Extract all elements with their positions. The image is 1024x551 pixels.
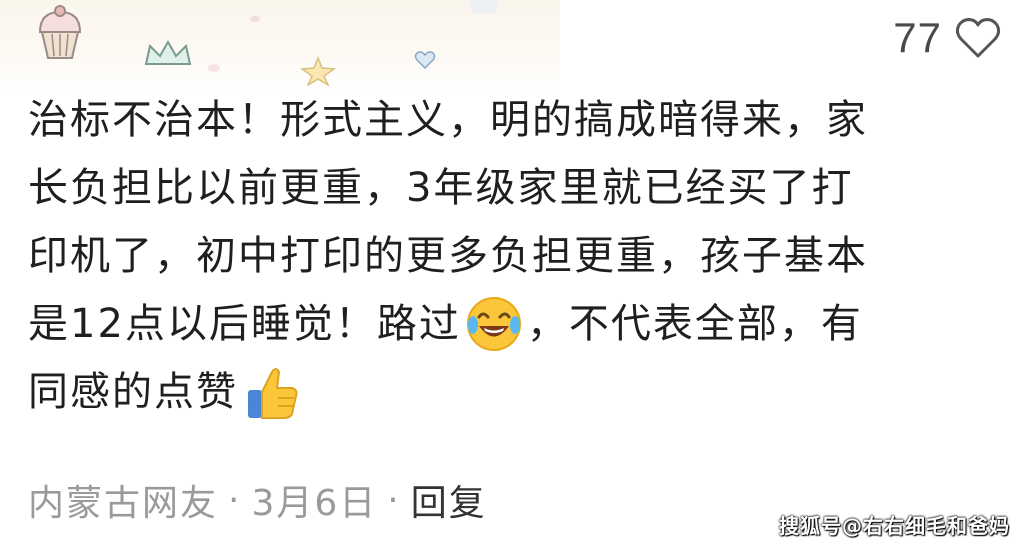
comment-date: 3月6日 xyxy=(251,483,378,524)
comment-card: 77 治标不治本！形式主义，明的搞成暗得来，家 长负担比以前更重，3年级家里就已… xyxy=(0,0,1024,551)
thumbs-up-emoji xyxy=(248,368,298,419)
comment-line-with-emoji: 同感的点赞 xyxy=(28,358,958,426)
separator-dot: · xyxy=(387,479,401,521)
heart-outline-icon[interactable] xyxy=(954,16,1002,60)
user-location: 内蒙古网友 xyxy=(28,483,219,524)
separator-dot: · xyxy=(228,479,242,521)
small-heart-icon xyxy=(414,51,436,70)
comment-segment: 是12点以后睡觉！路过 xyxy=(28,301,461,347)
star-icon xyxy=(300,56,336,86)
comment-segment: 同感的点赞 xyxy=(28,369,238,415)
reply-button[interactable]: 回复 xyxy=(411,474,487,526)
like-control[interactable]: 77 xyxy=(893,14,1002,62)
laughing-crying-emoji xyxy=(466,297,521,351)
decorative-dot xyxy=(250,16,260,22)
decorative-banner xyxy=(0,0,560,92)
like-count: 77 xyxy=(893,14,942,61)
decorative-dot xyxy=(208,64,220,72)
comment-segment: ，不代表全部，有 xyxy=(526,301,863,347)
comment-line: 治标不治本！形式主义，明的搞成暗得来，家 xyxy=(28,97,868,143)
crown-icon xyxy=(144,40,192,65)
watermark: 搜狐号@右右细毛和爸妈 xyxy=(779,514,1010,538)
comment-line: 印机了，初中打印的更多负担更重，孩子基本 xyxy=(28,233,868,279)
comment-meta: 内蒙古网友 · 3月6日 · 回复 xyxy=(28,474,487,526)
comment-line-with-emoji: 是12点以后睡觉！路过 ，不代表全部，有 xyxy=(28,290,958,358)
cupcake-icon xyxy=(38,5,82,59)
comment-text: 治标不治本！形式主义，明的搞成暗得来，家 长负担比以前更重，3年级家里就已经买了… xyxy=(28,86,958,426)
decorative-tab xyxy=(470,0,498,14)
comment-line: 长负担比以前更重，3年级家里就已经买了打 xyxy=(28,165,854,211)
